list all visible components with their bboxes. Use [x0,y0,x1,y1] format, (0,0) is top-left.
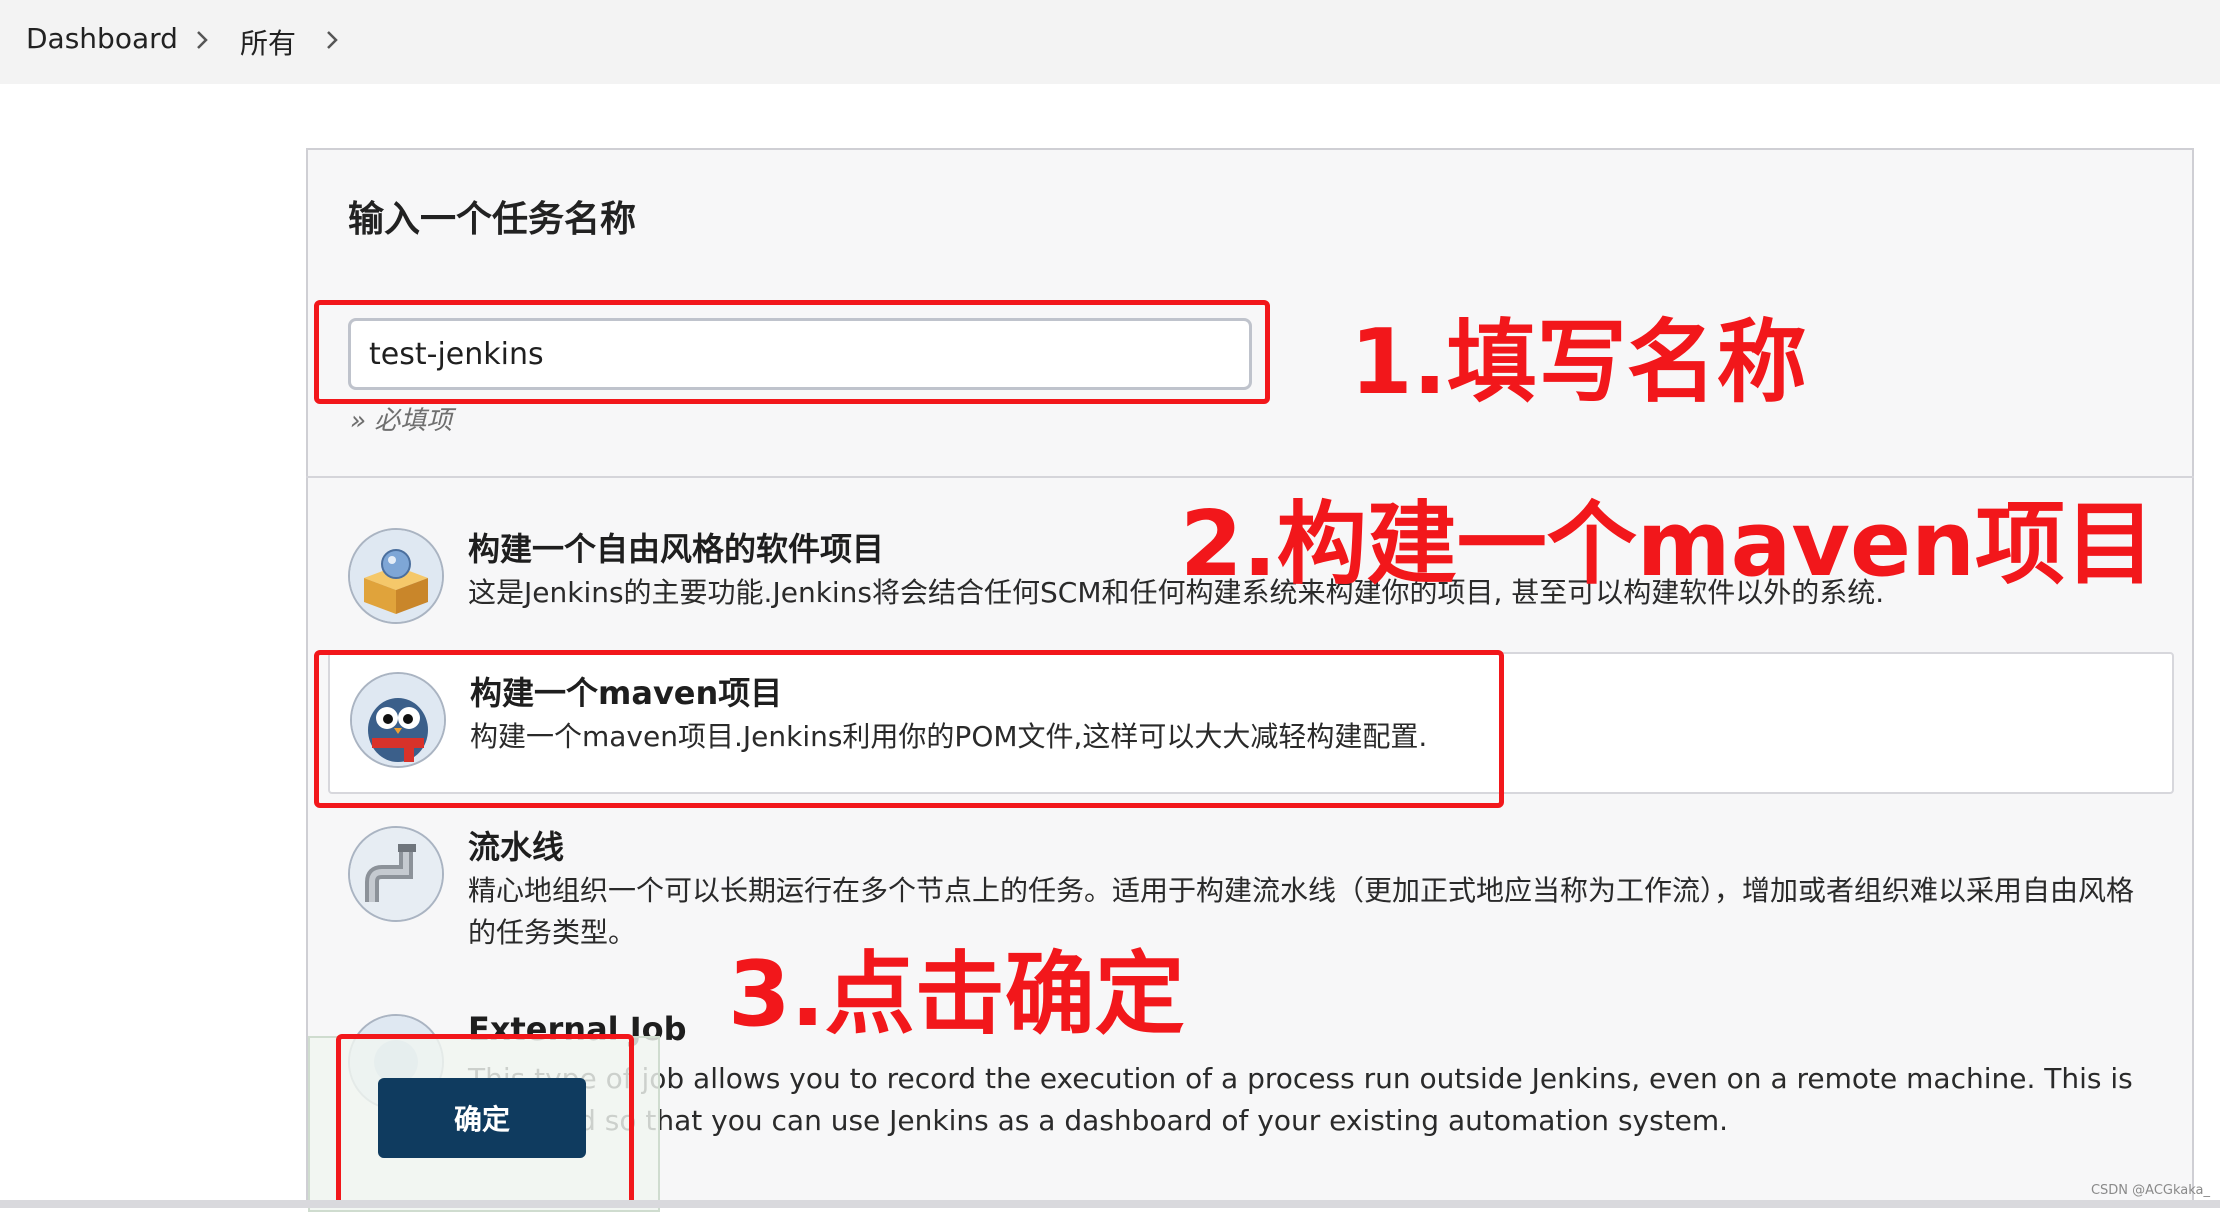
watermark: CSDN @ACGkaka_ [2090,1183,2210,1198]
job-type-title: 构建一个自由风格的软件项目 [468,530,885,568]
annotation-step2: 2.构建一个maven项目 [1180,492,2156,597]
pipeline-pipe-icon [348,826,444,922]
job-type-description: 精心地组织一个可以长期运行在多个节点上的任务。适用于构建流水线（更加正式地应当称… [468,874,2135,949]
bottom-strip [0,1200,2220,1208]
freestyle-box-icon [348,528,444,624]
divider [306,476,2194,478]
annotation-step1: 1.填写名称 [1350,310,1807,415]
required-hint: » 必填项 [350,406,453,436]
chevron-right-icon[interactable] [322,26,342,54]
page-title: 输入一个任务名称 [348,199,637,240]
annotation-box-maven [314,650,1504,808]
job-type-pipeline[interactable]: 流水线 精心地组织一个可以长期运行在多个节点上的任务。适用于构建流水线（更加正式… [328,808,2174,978]
annotation-step3: 3.点击确定 [728,942,1185,1047]
chevron-right-icon [192,26,212,54]
annotation-box-confirm [336,1034,634,1206]
job-type-title: 流水线 [468,828,565,866]
breadcrumb: Dashboard 所有 [0,0,2220,84]
annotation-box-name [314,300,1270,404]
job-type-description: This type of job allows you to record th… [468,1062,2133,1137]
breadcrumb-all-link[interactable]: 所有 [240,22,296,62]
breadcrumb-dashboard-link[interactable]: Dashboard [26,22,178,55]
